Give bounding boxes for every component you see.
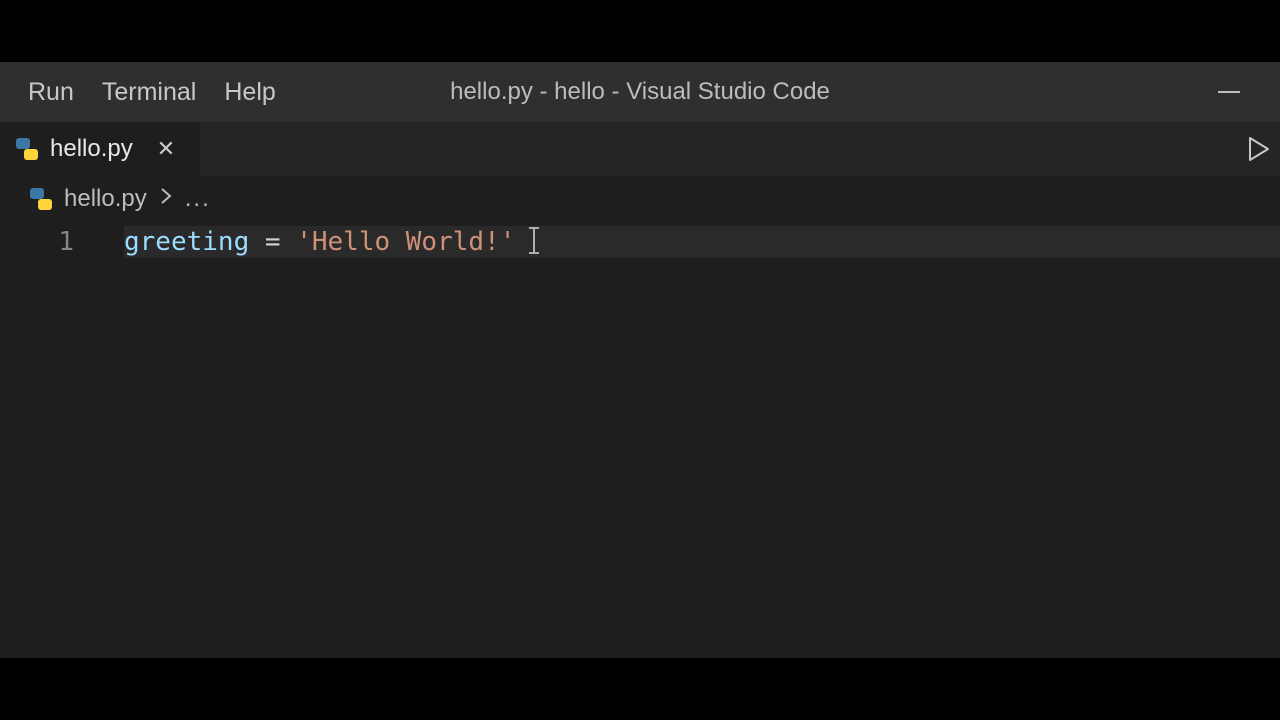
window-title: hello.py - hello - Visual Studio Code	[450, 78, 830, 106]
run-file-button[interactable]	[1248, 136, 1270, 162]
token-string: 'Hello World!'	[296, 227, 515, 257]
minimize-button[interactable]	[1218, 91, 1240, 93]
line-number-gutter: 1	[0, 222, 100, 658]
breadcrumb-filename: hello.py	[64, 185, 147, 213]
python-icon	[16, 138, 38, 160]
menu-bar: Run Terminal Help	[0, 78, 276, 107]
menu-run[interactable]: Run	[28, 78, 74, 107]
tab-filename: hello.py	[50, 135, 133, 163]
titlebar: Run Terminal Help hello.py - hello - Vis…	[0, 62, 1280, 122]
letterbox-top	[0, 0, 1280, 62]
line-number: 1	[0, 226, 74, 258]
letterbox-bottom	[0, 658, 1280, 720]
code-editor[interactable]: 1 greeting = 'Hello World!'	[0, 222, 1280, 658]
chevron-right-icon	[159, 186, 173, 212]
code-content[interactable]: greeting = 'Hello World!'	[124, 222, 1280, 658]
window-controls	[1218, 62, 1240, 122]
token-operator: =	[249, 227, 296, 257]
menu-help[interactable]: Help	[224, 78, 275, 107]
vscode-window: Run Terminal Help hello.py - hello - Vis…	[0, 62, 1280, 658]
token-variable: greeting	[124, 227, 249, 257]
tab-bar: hello.py ✕	[0, 122, 1280, 176]
code-line-1[interactable]: greeting = 'Hello World!'	[124, 226, 1280, 258]
menu-terminal[interactable]: Terminal	[102, 78, 196, 107]
tab-hello-py[interactable]: hello.py ✕	[0, 122, 200, 176]
text-cursor	[533, 227, 535, 254]
breadcrumb[interactable]: hello.py ...	[0, 176, 1280, 222]
python-icon	[30, 188, 52, 210]
tab-close-button[interactable]: ✕	[157, 136, 175, 162]
breadcrumb-ellipsis[interactable]: ...	[185, 185, 211, 213]
